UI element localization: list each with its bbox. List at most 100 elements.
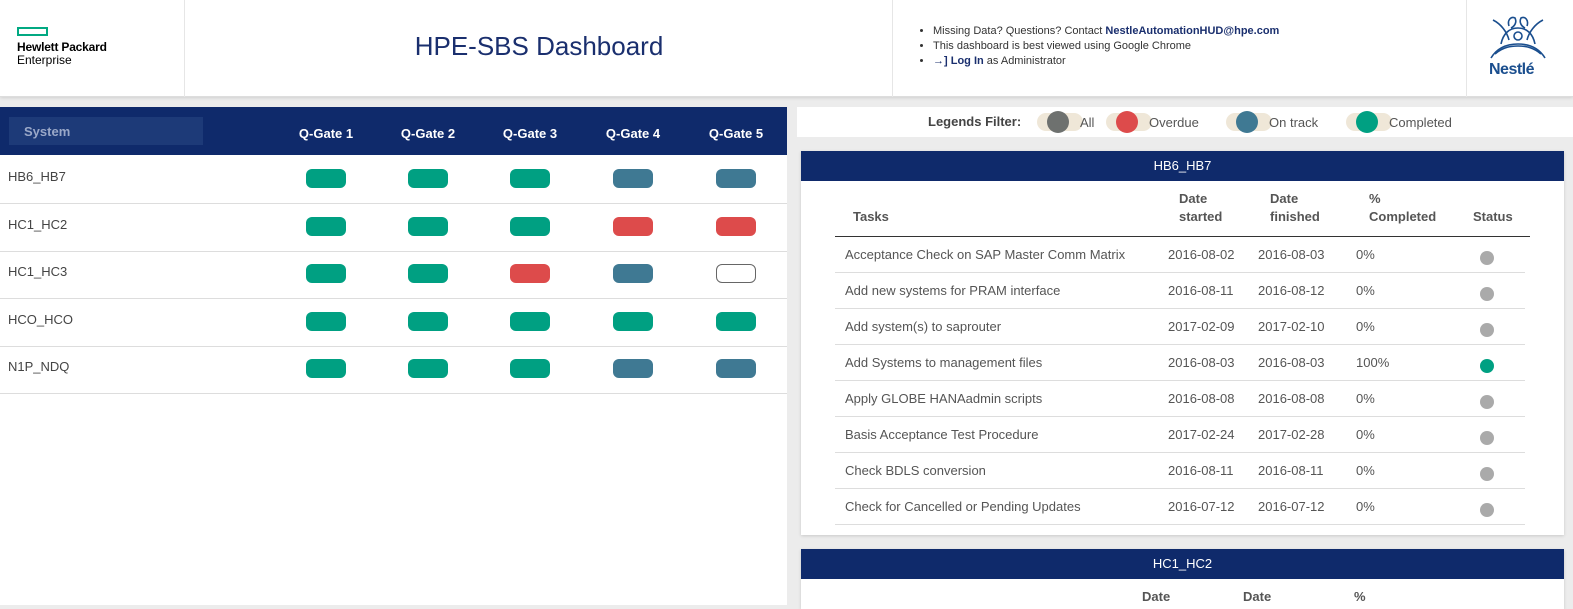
title-cell: HPE-SBS Dashboard	[185, 0, 893, 97]
task-row[interactable]: Check for Cancelled or Pending Updates 20…	[835, 489, 1525, 525]
system-row[interactable]: N1P_NDQ	[0, 347, 787, 394]
task-pct-completed: 0%	[1356, 499, 1375, 514]
q-gate-5-status-pill[interactable]	[716, 264, 756, 283]
task-date-finished: 2017-02-10	[1258, 319, 1325, 334]
system-name: HB6_HB7	[8, 169, 66, 184]
q-gate-2-status-pill[interactable]	[408, 359, 448, 378]
q-gate-1-status-pill[interactable]	[306, 169, 346, 188]
info-cell: Missing Data? Questions? Contact NestleA…	[893, 0, 1467, 97]
task-date-finished: 2016-08-12	[1258, 283, 1325, 298]
q-gate-4-status-pill[interactable]	[613, 264, 653, 283]
nestle-wordmark: Nestlé	[1489, 61, 1535, 78]
task-date-started: 2016-08-11	[1168, 283, 1234, 298]
task-date-finished: 2016-08-11	[1258, 463, 1324, 478]
task-date-started: 2016-08-03	[1168, 355, 1235, 370]
task-pct-completed: 0%	[1356, 463, 1375, 478]
date-started-header: Date started	[1179, 190, 1222, 226]
legend-label: On track	[1269, 115, 1319, 130]
q-gate-5-status-pill[interactable]	[716, 359, 756, 378]
task-date-finished: 2016-07-12	[1258, 499, 1325, 514]
task-name: Add system(s) to saprouter	[845, 319, 1002, 334]
date-started-header-line2: started	[1179, 209, 1223, 224]
task-date-started: 2016-08-02	[1168, 247, 1235, 262]
legend-label: Overdue	[1149, 115, 1199, 130]
date-finished-header: Date finished	[1270, 190, 1320, 226]
pct-completed-header: % Completed	[1369, 190, 1436, 226]
task-name: Basis Acceptance Test Procedure	[845, 427, 1039, 442]
info-login: →] Log In as Administrator	[933, 54, 1279, 69]
q-gate-5-status-pill[interactable]	[716, 216, 756, 236]
task-row[interactable]: Apply GLOBE HANAadmin scripts 2016-08-08 2…	[835, 381, 1525, 417]
q-gate-3-status-pill[interactable]	[510, 264, 550, 283]
task-row[interactable]: Check BDLS conversion 2016-08-11 2016-08-1…	[835, 453, 1525, 489]
q-gate-2-status-pill[interactable]	[408, 311, 448, 331]
page-title: HPE-SBS Dashboard	[414, 31, 664, 61]
q-gate-2-status-pill[interactable]	[408, 216, 448, 236]
date-started-header-line1: Date	[1179, 191, 1208, 206]
task-name: Acceptance Check on SAP Master Comm Matr…	[845, 247, 1126, 262]
task-card-title: HC1_HC2	[801, 549, 1564, 579]
q-gate-3-status-pill[interactable]	[510, 169, 550, 188]
system-name: HC1_HC3	[8, 264, 68, 279]
legends-filter-title: Legends Filter:	[928, 114, 1022, 129]
task-status-dot	[1480, 287, 1494, 301]
q-gate-2-header: Q-Gate 2	[400, 126, 456, 141]
system-row[interactable]: HC1_HC2	[0, 205, 787, 252]
q-gate-1-status-pill[interactable]	[306, 359, 346, 378]
task-date-finished: 2016-08-03	[1258, 355, 1325, 370]
task-status-dot	[1480, 503, 1494, 517]
q-gate-4-status-pill[interactable]	[613, 311, 653, 331]
q-gate-4-status-pill[interactable]	[613, 359, 653, 378]
date-started-header: Date	[1142, 589, 1171, 604]
tasks-column-header: Tasks	[853, 209, 889, 224]
task-date-started: 2017-02-24	[1168, 427, 1235, 442]
system-row[interactable]: HCO_HCO	[0, 300, 787, 347]
q-gate-5-status-pill[interactable]	[716, 311, 756, 331]
login-icon: →]	[933, 55, 948, 67]
task-pct-completed: 0%	[1356, 319, 1375, 334]
login-link[interactable]: Log In	[951, 55, 984, 67]
system-name: N1P_NDQ	[8, 359, 70, 374]
q-gate-1-status-pill[interactable]	[306, 216, 346, 236]
task-date-finished: 2016-08-08	[1258, 391, 1325, 406]
task-card-title: HB6_HB7	[801, 151, 1564, 181]
system-name: HCO_HCO	[8, 311, 74, 327]
date-finished-header-line2: finished	[1270, 209, 1320, 224]
info-list: Missing Data? Questions? Contact NestleA…	[933, 24, 1279, 69]
task-pct-completed: 0%	[1356, 283, 1375, 298]
task-status-dot	[1480, 431, 1494, 445]
task-row[interactable]: Add system(s) to saprouter 2017-02-09 2017…	[835, 309, 1525, 345]
q-gate-3-status-pill[interactable]	[510, 311, 550, 331]
system-row[interactable]: HC1_HC3	[0, 252, 787, 299]
info-contact: Missing Data? Questions? Contact NestleA…	[933, 24, 1279, 39]
task-name: Add Systems to management files	[845, 355, 1043, 370]
pct-completed-header-line1: %	[1369, 191, 1381, 206]
system-row[interactable]: HB6_HB7	[0, 157, 787, 204]
q-gate-1-status-pill[interactable]	[306, 264, 346, 283]
task-status-dot	[1480, 395, 1494, 409]
q-gate-2-status-pill[interactable]	[408, 169, 448, 188]
status-column-header: Status	[1473, 209, 1513, 224]
q-gate-2-status-pill[interactable]	[408, 264, 448, 283]
q-gate-3-status-pill[interactable]	[510, 216, 550, 236]
q-gate-5-status-pill[interactable]	[716, 169, 756, 188]
task-name: Check BDLS conversion	[845, 463, 986, 478]
system-column-header[interactable]: System	[9, 117, 203, 145]
q-gate-4-status-pill[interactable]	[613, 216, 653, 236]
pct-completed-header-line2: Completed	[1369, 209, 1437, 224]
legend-color-dot	[1116, 111, 1138, 133]
hpe-logo-line1: Hewlett Packard	[17, 40, 107, 54]
task-row[interactable]: Acceptance Check on SAP Master Comm Matr…	[835, 237, 1525, 273]
contact-email-link[interactable]: NestleAutomationHUD@hpe.com	[1105, 25, 1279, 37]
task-row[interactable]: Add new systems for PRAM interface 2016-0…	[835, 273, 1525, 309]
date-finished-header-line1: Date	[1270, 191, 1299, 206]
task-pct-completed: 0%	[1356, 427, 1375, 442]
q-gate-4-status-pill[interactable]	[613, 169, 653, 188]
legend-color-dot	[1236, 111, 1258, 133]
q-gate-3-status-pill[interactable]	[510, 359, 550, 378]
q-gate-1-status-pill[interactable]	[306, 311, 346, 331]
nestle-nest-icon	[1490, 16, 1546, 59]
task-row[interactable]: Add Systems to management files 2016-08-0…	[835, 345, 1525, 381]
hpe-logo-rectangle	[17, 27, 48, 36]
task-row[interactable]: Basis Acceptance Test Procedure 2017-02-2…	[835, 417, 1525, 453]
